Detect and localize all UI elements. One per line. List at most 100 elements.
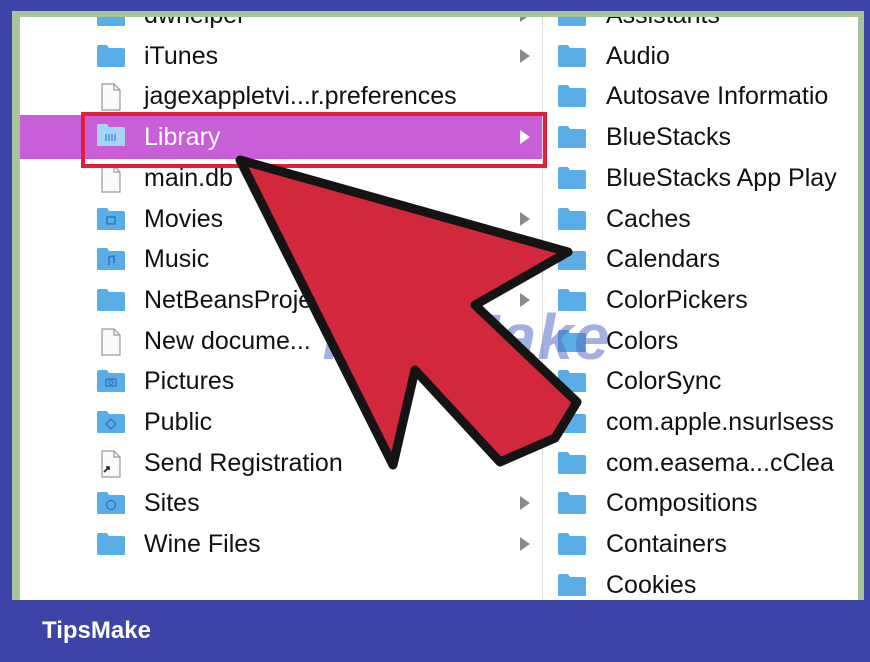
item-label: Music [144,245,210,274]
library-folder-item[interactable]: Cookies [543,565,858,600]
item-label: jagexappletvi...r.preferences [144,82,457,111]
item-label: iTunes [144,41,219,70]
sites-folder-icon [96,490,126,515]
folder-icon [557,368,587,393]
finder-item[interactable]: Library [20,115,542,160]
disclosure-arrow-icon [520,415,530,429]
disclosure-arrow-icon [520,537,530,552]
disclosure-arrow-icon [520,130,530,145]
folder-icon [96,287,126,312]
frame-border-top [0,0,870,11]
brand-footer: TipsMake [0,600,870,662]
document-icon [96,327,126,356]
folder-icon [557,490,587,515]
item-label: Movies [144,204,224,233]
library-folder-icon [96,122,126,147]
item-label: Caches [606,204,691,233]
item-label: Wine Files [144,530,261,559]
public-folder-icon [96,409,126,434]
item-label: Library [144,123,221,152]
item-label: Compositions [606,489,758,518]
music-folder-icon [96,246,126,271]
movies-folder-icon [96,206,126,231]
item-label: ColorSync [606,367,722,396]
folder-icon [557,124,587,149]
finder-item[interactable]: main.db [20,158,542,198]
folder-icon [557,572,587,597]
item-label: Calendars [606,245,720,274]
item-label: main.db [144,163,233,192]
screenshot-frame: dwhelper iTunes jagexappletvi...r.preferen… [0,0,870,662]
library-folder-item[interactable]: Audio [543,36,858,76]
disclosure-arrow-icon [520,17,530,22]
library-folder-item[interactable]: ColorSync [543,361,858,401]
library-folder-item[interactable]: ColorPickers [543,280,858,320]
library-folder-item[interactable]: com.apple.nsurlsess [543,402,858,442]
item-label: BlueStacks [606,123,732,152]
finder-item[interactable]: Sites [20,483,542,523]
folder-icon [557,328,587,353]
finder-item[interactable]: Music [20,239,542,279]
brand-name: TipsMake [42,617,151,644]
library-folder-item[interactable]: BlueStacks [543,117,858,157]
folder-icon [557,83,587,108]
library-folder-item[interactable]: Containers [543,524,858,564]
folder-icon [557,17,587,27]
library-folder-item[interactable]: Autosave Informatio [543,76,858,116]
finder-item[interactable]: NetBeansProjects [20,280,542,320]
item-label: NetBeansProjects [144,285,345,314]
disclosure-arrow-icon [520,496,530,511]
finder-column-view: dwhelper iTunes jagexappletvi...r.preferen… [20,17,858,600]
folder-icon [557,165,587,190]
folder-icon [557,246,587,271]
library-folder-item[interactable]: Compositions [543,483,858,523]
alias-document-icon [96,450,126,478]
finder-item[interactable]: Send Registration [20,443,542,483]
folder-icon [557,409,587,434]
finder-item[interactable]: Movies [20,199,542,239]
folder-icon [96,531,126,556]
library-folder-item[interactable]: BlueStacks App Play [543,158,858,198]
folder-icon [557,450,587,475]
item-label: Cookies [606,570,697,599]
folder-icon [557,531,587,556]
library-folder-item[interactable]: com.easema...cClea [543,443,858,483]
library-folder-item[interactable]: Colors [543,321,858,361]
library-folder-item[interactable]: Caches [543,199,858,239]
item-label: BlueStacks App Play [606,163,837,192]
window-edge-right [858,11,864,600]
document-icon [96,165,126,193]
finder-item[interactable]: jagexappletvi...r.preferences [20,76,542,116]
library-folder-item[interactable]: Calendars [543,239,858,279]
finder-item[interactable]: dwhelper [20,17,542,35]
pictures-folder-icon [96,368,126,393]
folder-icon [96,43,126,68]
finder-item[interactable]: Wine Files [20,524,542,564]
item-label: Pictures [144,367,235,396]
folder-icon [557,287,587,312]
item-label: com.apple.nsurlsess [606,408,834,436]
finder-item[interactable]: Public [20,402,542,442]
document-icon [96,83,126,111]
folder-icon [557,43,587,68]
frame-border-left [0,0,12,600]
item-label: Autosave Informatio [606,82,829,111]
item-label: Colors [606,326,679,355]
folder-icon [557,206,587,231]
item-label: Send Registration [144,448,343,477]
library-folder-item[interactable]: Assistants [543,17,858,35]
item-label: Containers [606,530,727,559]
disclosure-arrow-icon [520,48,530,63]
item-label: com.easema...cClea [606,448,834,477]
item-label: dwhelper [144,17,245,35]
disclosure-arrow-icon [520,252,530,267]
item-label: Assistants [606,17,720,35]
finder-item[interactable]: New docume... [20,321,542,361]
frame-border-right [864,0,870,600]
finder-item[interactable]: Pictures [20,361,542,401]
item-label: Public [144,408,213,436]
item-label: Audio [606,41,670,70]
finder-item[interactable]: iTunes [20,36,542,76]
disclosure-arrow-icon [520,292,530,307]
window-edge-left [12,11,20,600]
